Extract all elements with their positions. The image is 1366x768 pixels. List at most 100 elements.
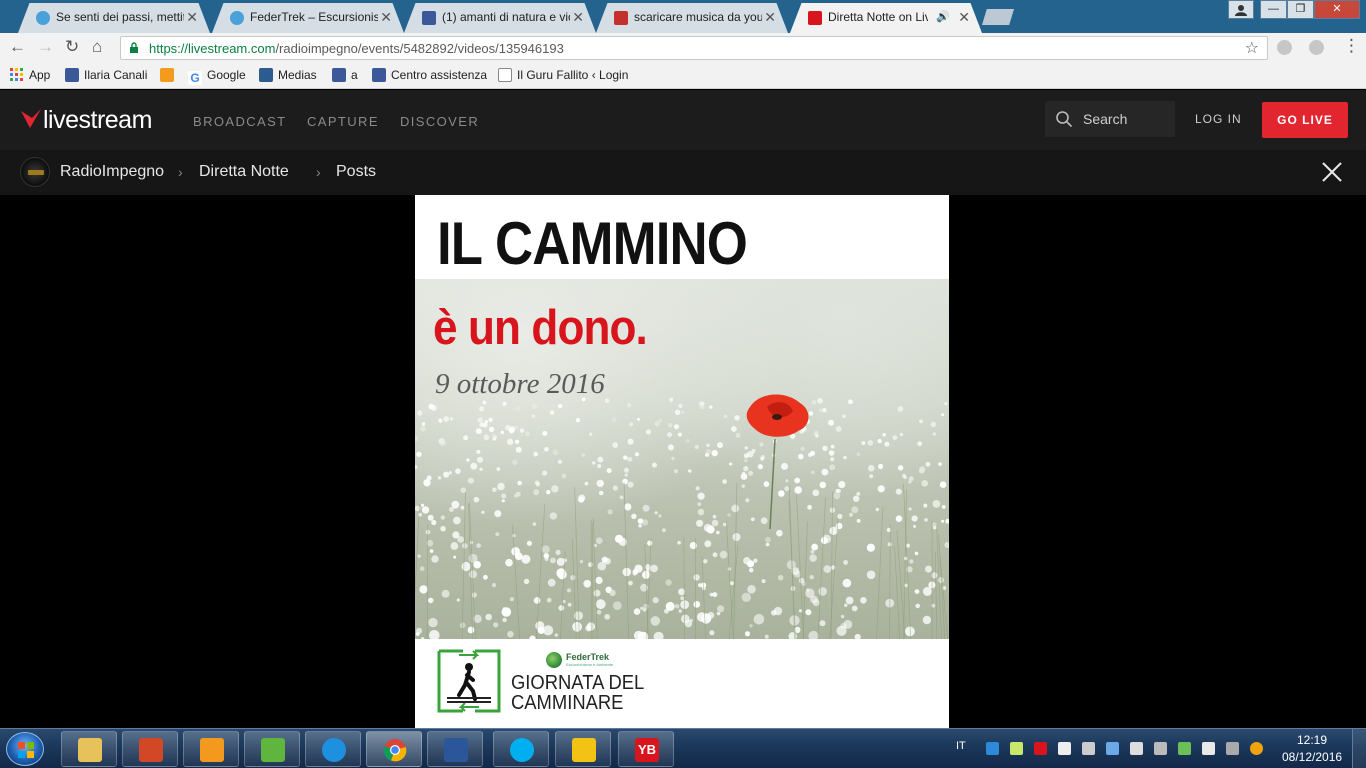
bookmark-label: Google: [207, 68, 246, 82]
dropbox-tray-icon[interactable]: [1082, 742, 1095, 755]
giornata-line1: GIORNATA DEL: [511, 672, 645, 694]
taskbar-word[interactable]: [427, 731, 483, 767]
network-tray-icon[interactable]: [1106, 742, 1119, 755]
tab-close-icon[interactable]: ✕: [764, 9, 776, 26]
google-icon: G: [188, 71, 202, 85]
back-button[interactable]: ←: [9, 37, 26, 57]
tab-close-icon[interactable]: ✕: [572, 9, 584, 26]
menu-icon[interactable]: ⋮: [1343, 36, 1360, 56]
medias-icon: [259, 68, 273, 82]
globe-favicon-icon: [36, 11, 50, 25]
url-path: /radioimpegno/events/5482892/videos/1359…: [275, 41, 564, 56]
close-icon[interactable]: [1320, 160, 1344, 184]
flower-field-photo: è un dono. 9 ottobre 2016: [415, 279, 949, 639]
tab-close-icon[interactable]: ✕: [380, 9, 392, 26]
bookmark-centro-assistenza[interactable]: Centro assistenza: [372, 68, 487, 82]
reload-button[interactable]: ↻: [65, 37, 79, 57]
internet-explorer-icon: [322, 738, 346, 762]
cloud-tray-icon[interactable]: [986, 742, 999, 755]
bookmark-label: Ilaria Canali: [84, 68, 148, 82]
taskbar-explorer[interactable]: [61, 731, 117, 767]
bookmark-star-icon[interactable]: ☆: [1245, 38, 1259, 58]
browser-tab[interactable]: scaricare musica da yout ✕: [596, 3, 788, 33]
tab-close-icon[interactable]: ✕: [186, 9, 198, 26]
taskbar-apps[interactable]: [244, 731, 300, 767]
taskbar-chrome[interactable]: [366, 731, 422, 767]
nav-discover[interactable]: DISCOVER: [400, 114, 479, 129]
bookmark-mail[interactable]: [160, 68, 179, 82]
browser-tab-active[interactable]: Diretta Notte on Lives 🔊 ✕: [790, 3, 982, 33]
facebook-icon: [65, 68, 79, 82]
taskbar-security[interactable]: [555, 731, 611, 767]
battery-tray-icon[interactable]: [1178, 742, 1191, 755]
bookmark-a[interactable]: a: [332, 68, 358, 82]
facebook-icon: [332, 68, 346, 82]
taskbar-internet-explorer[interactable]: [305, 731, 361, 767]
flag-tray-icon[interactable]: [1058, 742, 1071, 755]
close-window-button[interactable]: ✕: [1314, 0, 1360, 19]
forward-button[interactable]: →: [37, 37, 54, 57]
poster-footer: FederTrek Escursionismo e Ambiente GIORN…: [415, 639, 949, 728]
page-icon: [498, 68, 512, 82]
federtrek-tagline: Escursionismo e Ambiente: [566, 662, 614, 667]
taskbar-yb[interactable]: YB: [618, 731, 674, 767]
search-button[interactable]: Search: [1045, 101, 1175, 137]
new-tab-button[interactable]: [982, 9, 1014, 25]
url-host: https://livestream.com: [149, 41, 276, 56]
breadcrumb-posts[interactable]: Posts: [336, 163, 376, 181]
poppy-flower: [746, 394, 809, 530]
url-text: https://livestream.com/radioimpegno/even…: [149, 41, 564, 56]
maximize-button[interactable]: ❐: [1287, 0, 1314, 19]
plug-tray-icon[interactable]: [1202, 742, 1215, 755]
federtrek-logo: FederTrek Escursionismo e Ambiente: [546, 651, 616, 669]
taskbar-skype[interactable]: [493, 731, 549, 767]
minimize-button[interactable]: —: [1260, 0, 1287, 19]
taskbar-media-player[interactable]: [183, 731, 239, 767]
clock-time[interactable]: 12:19: [1282, 733, 1342, 747]
skype-extension-icon[interactable]: [1277, 40, 1292, 55]
globe-icon: [546, 652, 562, 668]
adobe-tray-icon[interactable]: [1034, 742, 1047, 755]
go-live-button[interactable]: GO LIVE: [1262, 102, 1348, 138]
browser-tab[interactable]: FederTrek – Escursionism ✕: [212, 3, 404, 33]
start-button[interactable]: [6, 732, 44, 766]
globe-favicon-icon: [230, 11, 244, 25]
nav-broadcast[interactable]: BROADCAST: [193, 114, 287, 129]
show-desktop-button[interactable]: [1352, 729, 1366, 768]
address-bar[interactable]: https://livestream.com/radioimpegno/even…: [120, 36, 1268, 60]
display-tray-icon[interactable]: [1154, 742, 1167, 755]
tab-title: Se senti dei passi, mettiti: [56, 10, 184, 24]
logo-text: livestream: [43, 106, 152, 134]
mail-icon: [160, 68, 174, 82]
apps-grid-icon: [10, 68, 23, 81]
bookmark-apps[interactable]: App: [10, 68, 50, 82]
speaker-icon[interactable]: 🔊: [936, 10, 950, 23]
bookmark-ilaria-canali[interactable]: Ilaria Canali: [65, 68, 147, 82]
tab-close-icon[interactable]: ✕: [958, 9, 970, 26]
avast-tray-icon[interactable]: [1250, 742, 1263, 755]
login-link[interactable]: LOG IN: [1195, 112, 1242, 126]
white-flowers: [415, 397, 949, 639]
bookmark-medias[interactable]: Medias: [259, 68, 317, 82]
home-button[interactable]: ⌂: [92, 37, 102, 57]
browser-tab[interactable]: (1) amanti di natura e vio ✕: [404, 3, 596, 33]
bookmark-google[interactable]: G Google: [188, 68, 246, 85]
windows-taskbar: YB IT 12:19 08/12/2016: [0, 728, 1366, 768]
blocker-extension-icon[interactable]: [1309, 40, 1324, 55]
browser-tab[interactable]: Se senti dei passi, mettiti ✕: [18, 3, 210, 33]
user-profile-button[interactable]: [1228, 0, 1254, 19]
clock-date[interactable]: 08/12/2016: [1282, 750, 1342, 764]
breadcrumb-radioimpegno[interactable]: RadioImpegno: [60, 163, 164, 181]
taskbar-presentation[interactable]: [122, 731, 178, 767]
signal-tray-icon[interactable]: [1226, 742, 1239, 755]
breadcrumb-diretta-notte[interactable]: Diretta Notte: [199, 163, 289, 181]
nav-capture[interactable]: CAPTURE: [307, 114, 379, 129]
walking-person-icon: [437, 649, 501, 713]
tab-title: (1) amanti di natura e vio: [442, 10, 570, 24]
bookmark-il-guru-fallito[interactable]: Il Guru Fallito ‹ Login: [498, 68, 628, 82]
bookmark-label: Centro assistenza: [391, 68, 488, 82]
language-indicator[interactable]: IT: [956, 740, 966, 752]
notes-tray-icon[interactable]: [1010, 742, 1023, 755]
avatar[interactable]: [20, 157, 50, 187]
volume-tray-icon[interactable]: [1130, 742, 1143, 755]
